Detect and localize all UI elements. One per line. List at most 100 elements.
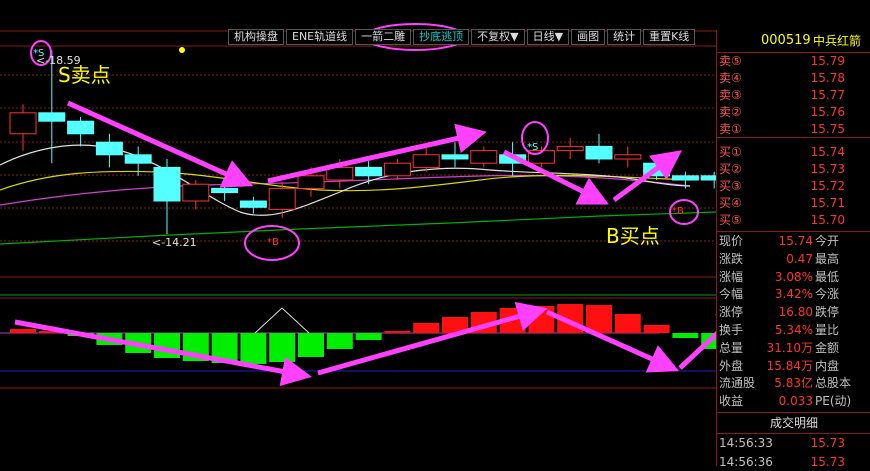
row-label: 收益: [719, 394, 744, 409]
row-field-label: PE(动): [815, 394, 852, 409]
bid-row: 买② 15.73: [717, 161, 870, 178]
row-value: 15.79: [810, 54, 845, 68]
bid-row: 买④ 15.71: [717, 195, 870, 212]
candle: [153, 159, 181, 235]
toolbar-button[interactable]: 机构操盘: [228, 29, 284, 45]
candle-body: [671, 175, 699, 181]
row-field-label: 今开: [815, 234, 840, 248]
row-value: 15.73: [810, 455, 845, 469]
signal-dot: [179, 47, 185, 53]
trades-title[interactable]: 成交明细: [717, 413, 870, 433]
row-label: 涨停: [719, 305, 744, 320]
row-label: 卖①: [719, 122, 742, 136]
toolbar-button[interactable]: 日线▼: [526, 29, 570, 45]
quote-row: 流通股 5.83亿 总股本: [717, 375, 870, 392]
row-value: 15.73: [810, 436, 845, 450]
row-field-label: 金额: [815, 340, 840, 355]
ask-row: 卖⑤ 15.79: [717, 53, 870, 70]
indicator-bar: [10, 329, 36, 333]
candle: [182, 180, 210, 210]
indicator-white-peak: [254, 307, 310, 334]
row-label: 买④: [719, 196, 742, 210]
row-value: 15.74: [778, 234, 813, 248]
candle: [9, 104, 37, 151]
row-value: 3.08%: [774, 269, 813, 284]
candle-body: [95, 141, 123, 156]
row-label: 卖④: [719, 71, 742, 85]
indicator-bar: [672, 333, 699, 338]
row-value: 16.80: [778, 305, 813, 320]
row-label: 涨跌: [719, 251, 744, 266]
row-label: 涨幅: [719, 269, 744, 284]
candle-body: [585, 145, 613, 160]
trade-row: 14:56:33 15.73: [717, 435, 870, 452]
quote-row: 涨跌 0.47 最高: [717, 251, 870, 268]
toolbar-button[interactable]: 一箭二雕: [355, 29, 412, 45]
row-value: 0.47: [786, 251, 813, 266]
b-marker-text: *B: [267, 237, 279, 248]
quote-row: 总量 31.10万 金额: [717, 340, 870, 357]
ask-row: 卖① 15.75: [717, 121, 870, 138]
ask-row: 卖② 15.76: [717, 104, 870, 121]
quote-panel: 000519 中兵红箭 卖⑤ 15.79 卖④ 15.78 卖③ 15.77 卖② 15.76…: [716, 30, 870, 469]
row-label: 换手: [719, 323, 744, 337]
toolbar-button[interactable]: 抄底逃顶: [413, 29, 470, 45]
toolbar-button[interactable]: ENE轨道线: [286, 29, 354, 45]
candle: [614, 146, 642, 168]
row-label: 买①: [719, 145, 742, 159]
row-label: 卖⑤: [719, 54, 742, 68]
divider: [717, 231, 870, 232]
row-value: 15.76: [810, 105, 845, 119]
row-field-label: 内盘: [815, 358, 840, 373]
stock-name: 中兵红箭: [813, 34, 862, 48]
trade-row: 14:56:36 15.73: [717, 454, 870, 471]
b-marker-text-2: *B: [672, 206, 684, 217]
indicator-bar: [413, 323, 440, 333]
candle: [412, 146, 440, 172]
quote-row: 涨幅 3.08% 最低: [717, 269, 870, 286]
candle-body: [383, 162, 411, 177]
indicator-arrow-up-2: [678, 305, 716, 370]
candle: [585, 133, 613, 164]
row-value: 15.71: [810, 196, 845, 210]
row-label: 卖②: [719, 105, 742, 119]
row-value: 15.78: [810, 71, 845, 85]
quote-row: 收益 0.033 PE(动): [717, 393, 870, 410]
toolbar-button[interactable]: 重置K线: [643, 29, 696, 45]
s-sell-label: S卖点: [58, 63, 111, 87]
row-value: 15.84万: [766, 358, 813, 373]
ask-row: 卖③ 15.77: [717, 87, 870, 104]
quote-row: 涨停 16.80 跌停: [717, 304, 870, 321]
row-label: 14:56:33: [719, 436, 773, 450]
candle-body: [182, 183, 210, 202]
row-field-label: 跌停: [815, 305, 840, 320]
row-field-label: 总股本: [815, 376, 852, 391]
toolbar-button[interactable]: 画图: [571, 29, 606, 45]
quote-row: 今幅 3.42% 今涨: [717, 286, 870, 303]
toolbar-button[interactable]: 统计: [607, 29, 642, 45]
row-label: 总量: [719, 340, 744, 355]
kline-chart-area[interactable]: *S *S *B *B <-18.59 <-14.21 S卖点 B买点: [0, 0, 716, 466]
candle-body: [297, 175, 325, 189]
bid-row: 买① 15.74: [717, 144, 870, 161]
chart-toolbar: 机构操盘 ENE轨道线 一箭二雕 抄底逃顶 不复权▼ 日线▼ 画图 统计 重置K线: [228, 29, 697, 45]
row-field-label: 最低: [815, 269, 840, 284]
candle-body: [470, 150, 498, 164]
row-label: 现价: [719, 234, 744, 248]
candle-body: [9, 112, 37, 135]
stock-header: 000519 中兵红箭: [717, 30, 870, 52]
candle-body: [355, 166, 383, 177]
candle-body: [556, 145, 584, 152]
candle-body: [211, 187, 239, 194]
indicator-bar: [326, 333, 353, 349]
row-value: 15.70: [810, 213, 845, 227]
candle-body: [67, 120, 95, 135]
toolbar-button[interactable]: 不复权▼: [471, 29, 525, 45]
row-label: 买②: [719, 162, 742, 176]
row-field-label: 今涨: [815, 287, 840, 302]
candle: [383, 159, 411, 180]
row-value: 31.10万: [766, 340, 813, 355]
row-label: 外盘: [719, 358, 744, 373]
candle-body: [614, 154, 642, 160]
candle-body: [239, 200, 267, 208]
